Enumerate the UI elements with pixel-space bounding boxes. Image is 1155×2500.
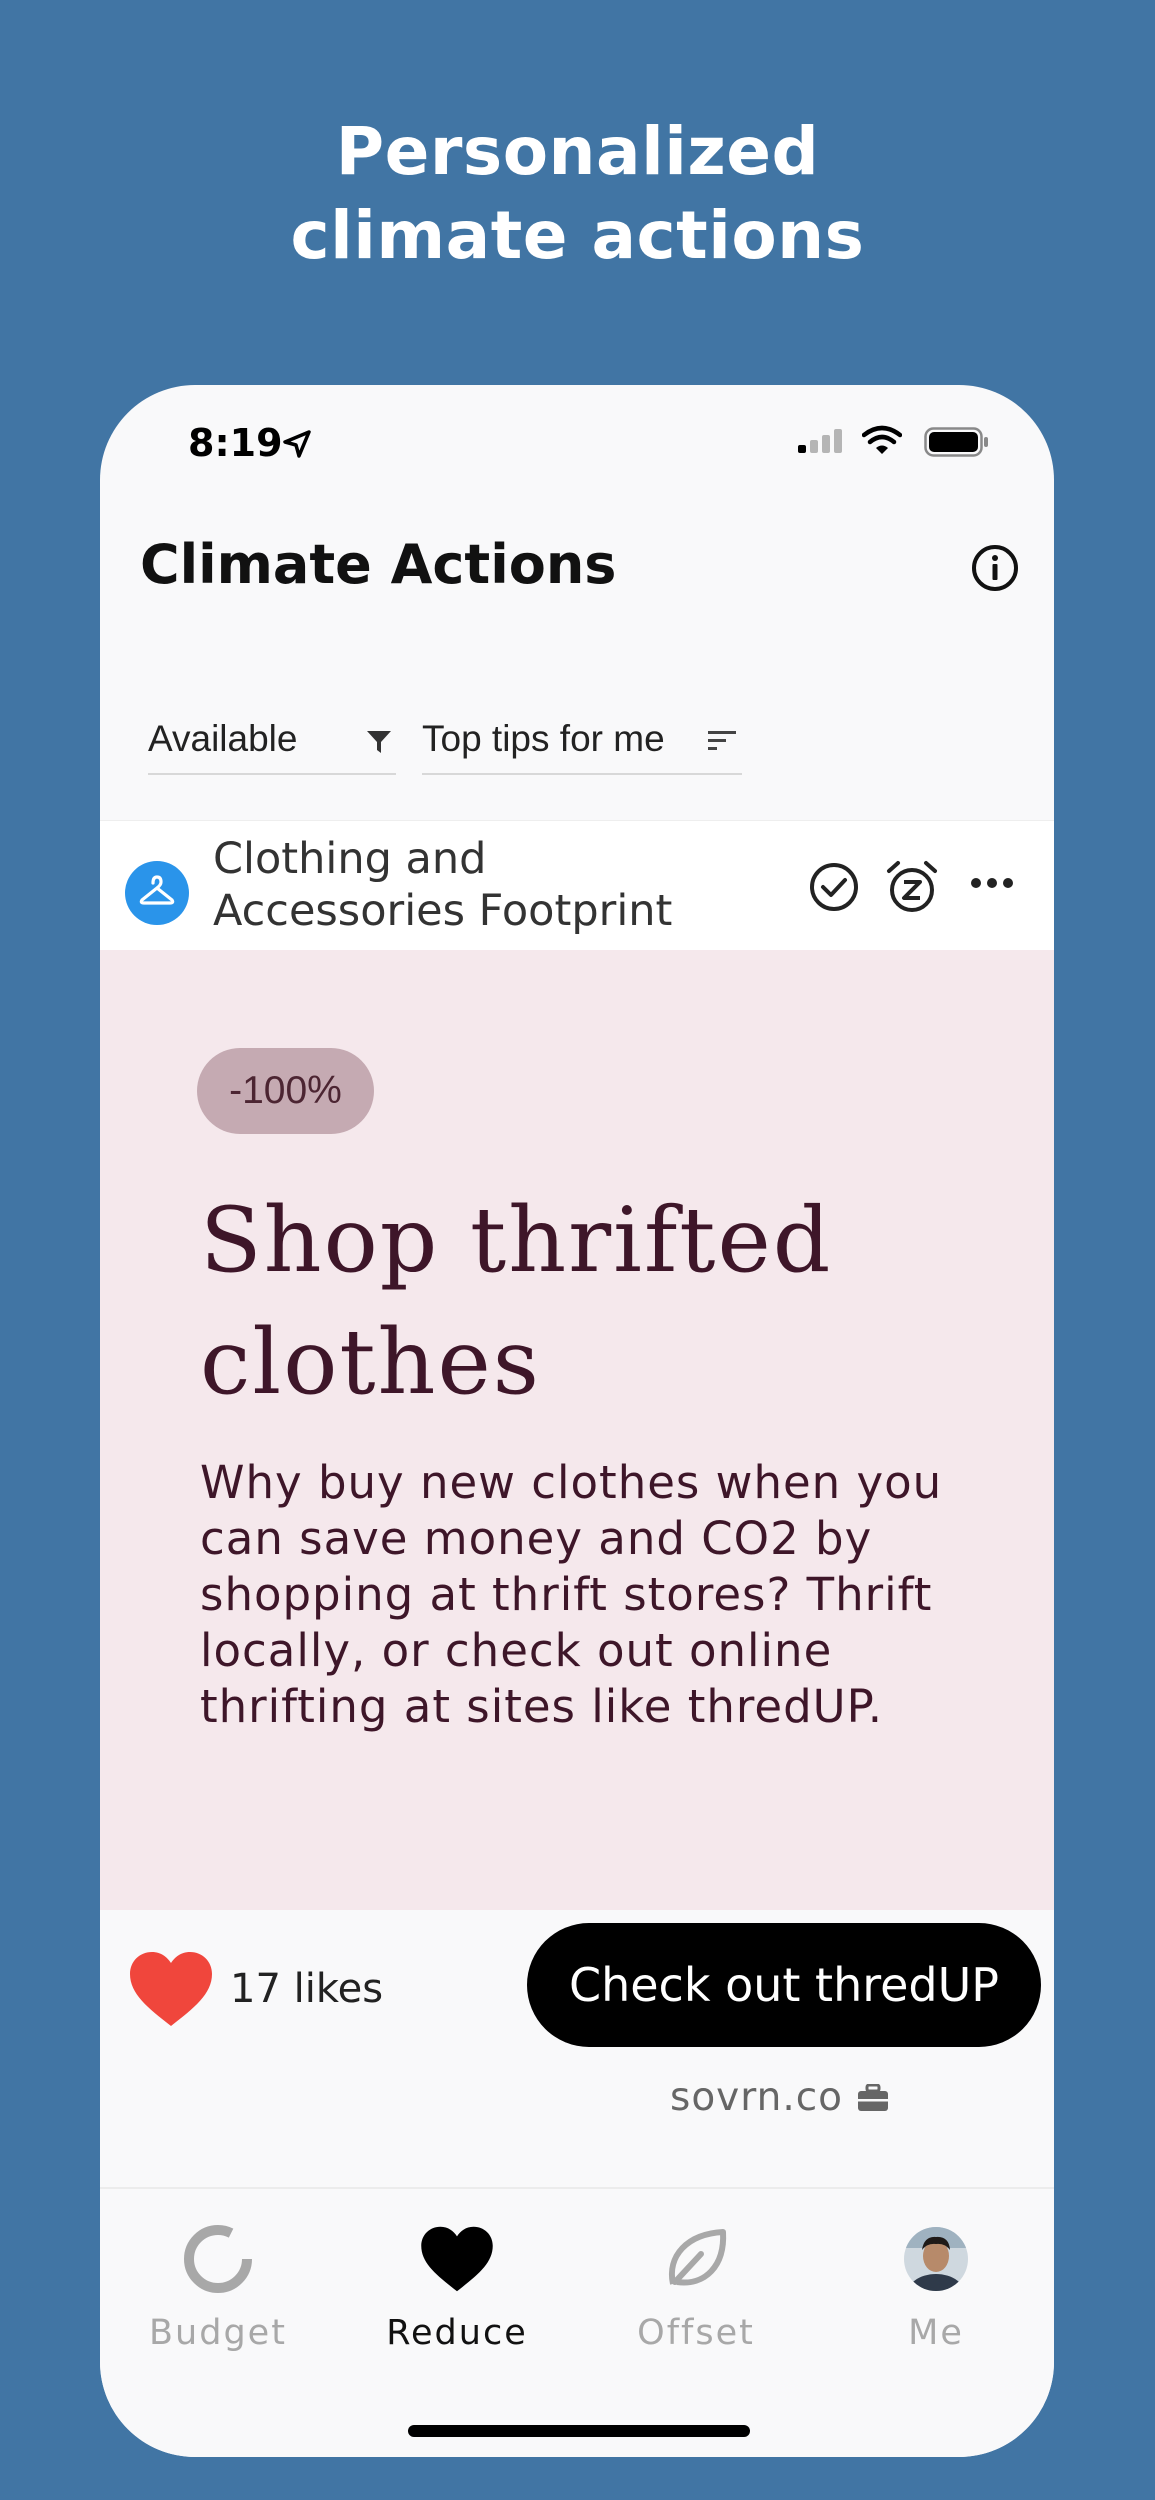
page-title: Climate Actions [140, 533, 617, 596]
action-card-footer: 17 likes Check out thredUP sovrn.co [100, 1910, 1054, 2185]
donut-icon [184, 2225, 252, 2293]
bottom-tab-bar: Budget Reduce Offset Me [100, 2187, 1054, 2457]
home-indicator [408, 2425, 750, 2437]
reduction-badge: -100% [197, 1048, 374, 1134]
tip-description: Why buy new clothes when you can save mo… [200, 1456, 943, 1733]
availability-filter[interactable]: Available [148, 705, 396, 775]
tab-reduce[interactable]: Reduce [357, 2219, 557, 2353]
heart-icon [421, 2226, 493, 2292]
battery-icon [924, 427, 988, 457]
tip-title-line2: clothes [200, 1310, 541, 1415]
more-options-icon[interactable] [970, 876, 1014, 890]
like-heart-icon[interactable] [128, 1950, 214, 2028]
tab-offset[interactable]: Offset [596, 2219, 796, 2353]
category-title-line1: Clothing and [213, 834, 487, 884]
status-time: 8:19 [188, 421, 283, 465]
tab-reduce-label: Reduce [386, 2313, 528, 2353]
sort-icon [708, 731, 736, 750]
tab-offset-label: Offset [637, 2313, 755, 2353]
promo-headline-line1: Personalized [335, 113, 820, 190]
likes-count: 17 likes [230, 1966, 384, 2012]
location-arrow-icon [283, 430, 311, 458]
sort-filter[interactable]: Top tips for me [422, 705, 742, 775]
snooze-alarm-icon[interactable] [885, 859, 939, 915]
briefcase-icon [858, 2083, 889, 2111]
tab-budget[interactable]: Budget [118, 2219, 318, 2353]
check-circle-icon[interactable] [808, 861, 860, 913]
cellular-signal-icon [798, 429, 842, 453]
category-title-line2: Accessories Footprint [213, 886, 673, 936]
sort-filter-label: Top tips for me [422, 718, 665, 759]
promo-headline-line2: climate actions [290, 197, 865, 274]
sponsor-label: sovrn.co [670, 2075, 844, 2120]
action-card-header: Clothing and Accessories Footprint [100, 820, 1054, 950]
sponsor-link[interactable]: sovrn.co [670, 2075, 889, 2120]
leaf-icon [668, 2229, 727, 2286]
availability-filter-label: Available [148, 718, 298, 759]
wifi-icon [862, 425, 902, 454]
funnel-icon [367, 731, 391, 753]
info-icon[interactable] [970, 543, 1020, 593]
action-card-body[interactable]: -100% Shop thrifted clothes Why buy new … [100, 950, 1054, 1910]
tip-title-line1: Shop thrifted [200, 1188, 833, 1293]
tab-me-label: Me [908, 2313, 964, 2353]
tip-title: Shop thrifted clothes [200, 1180, 960, 1424]
tab-me[interactable]: Me [836, 2219, 1036, 2353]
clothes-hanger-icon [125, 861, 189, 925]
avatar [904, 2227, 968, 2291]
phone-screen: 8:19 Climate Actions Available Top tips … [100, 385, 1054, 2457]
check-out-thredup-button[interactable]: Check out thredUP [527, 1923, 1041, 2047]
promo-headline: Personalized climate actions [0, 110, 1155, 278]
tab-budget-label: Budget [149, 2313, 287, 2353]
category-title: Clothing and Accessories Footprint [213, 833, 733, 937]
